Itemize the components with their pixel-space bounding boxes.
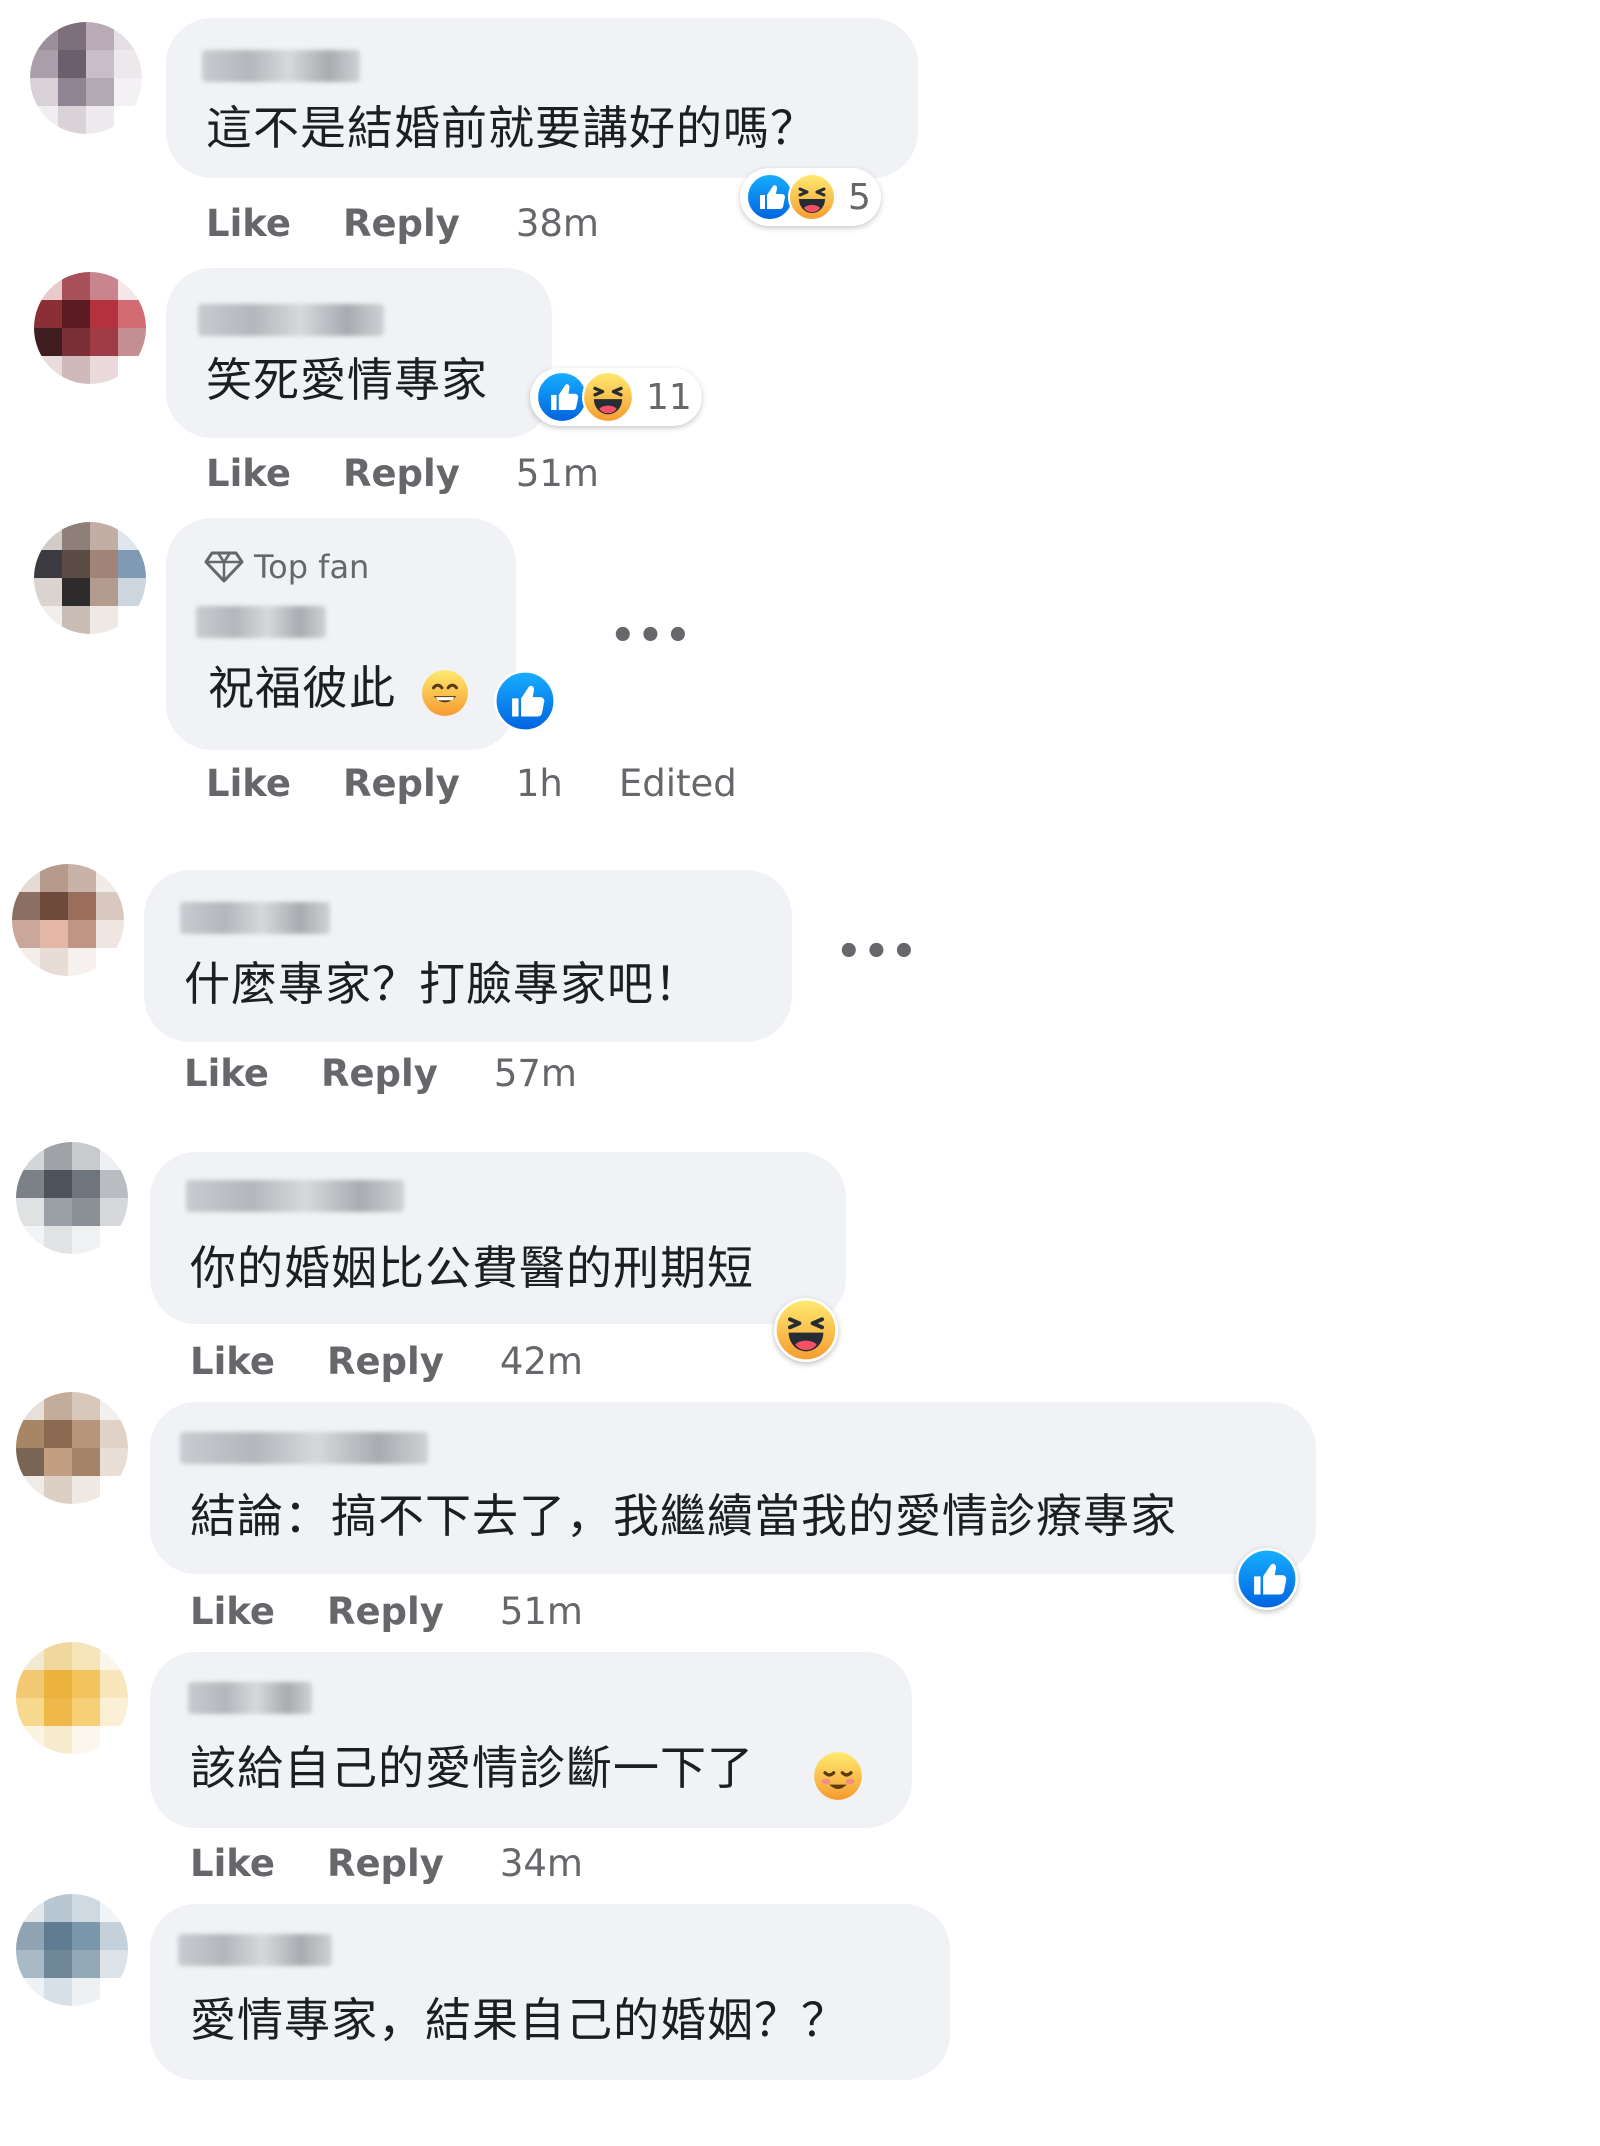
comment-bubble: 什麼專家？打臉專家吧！ [144, 870, 792, 1042]
comment-text: 這不是結婚前就要講好的嗎？ [206, 101, 817, 155]
commenter-name[interactable] [196, 606, 326, 638]
comment-text: 結論：搞不下去了，我繼續當我的愛情診療專家 [190, 1489, 1177, 1543]
comment-timestamp[interactable]: 38m [516, 202, 599, 245]
avatar[interactable] [12, 864, 124, 976]
comment-bubble: 結論：搞不下去了，我繼續當我的愛情診療專家 [150, 1402, 1316, 1574]
commenter-name[interactable] [178, 1934, 332, 1966]
like-button[interactable]: Like [206, 202, 291, 245]
like-button[interactable]: Like [190, 1340, 275, 1383]
more-options-icon[interactable]: ••• [610, 616, 693, 656]
comment-bubble: 笑死愛情專家 [166, 268, 552, 438]
comment-bubble: 你的婚姻比公費醫的刑期短 [150, 1152, 846, 1324]
avatar[interactable] [16, 1894, 128, 2006]
avatar[interactable] [30, 22, 142, 134]
comment-actions: Like Reply 57m [184, 1052, 633, 1095]
commenter-name[interactable] [180, 902, 330, 934]
reaction-count: 5 [848, 176, 871, 218]
comment-text: 祝福彼此 [208, 661, 396, 715]
like-button[interactable]: Like [206, 762, 291, 805]
reply-button[interactable]: Reply [321, 1052, 438, 1095]
comment-timestamp[interactable]: 42m [500, 1340, 583, 1383]
top-fan-label: Top fan [254, 548, 370, 586]
like-button[interactable]: Like [184, 1052, 269, 1095]
reaction-count: 11 [646, 376, 692, 418]
comment-actions: Like Reply 42m [190, 1340, 639, 1383]
reply-button[interactable]: Reply [327, 1842, 444, 1885]
comment-bubble: Top fan 祝福彼此 [166, 518, 516, 750]
edited-label[interactable]: Edited [619, 762, 737, 805]
commenter-name[interactable] [188, 1682, 312, 1714]
comment-bubble: 該給自己的愛情診斷一下了 [150, 1652, 912, 1828]
comment-text: 笑死愛情專家 [206, 353, 488, 407]
reaction-summary[interactable]: 5 [740, 168, 881, 226]
comment-timestamp[interactable]: 51m [516, 452, 599, 495]
comment-bubble: 愛情專家，結果自己的婚姻？？ [150, 1904, 950, 2080]
reply-button[interactable]: Reply [327, 1590, 444, 1633]
comment-actions: Like Reply 34m [190, 1842, 639, 1885]
avatar[interactable] [16, 1142, 128, 1254]
diamond-icon [204, 551, 244, 583]
top-fan-badge[interactable]: Top fan [204, 548, 369, 586]
commenter-name[interactable] [180, 1432, 428, 1464]
avatar[interactable] [16, 1392, 128, 1504]
comment-actions: Like Reply 38m [206, 202, 655, 245]
smiling-face-icon [420, 668, 470, 718]
comment-bubble: 這不是結婚前就要講好的嗎？ [166, 18, 918, 178]
like-button[interactable]: Like [190, 1842, 275, 1885]
like-reaction-icon[interactable] [1236, 1548, 1298, 1610]
commenter-name[interactable] [198, 304, 384, 336]
comment-actions: Like Reply 51m [190, 1590, 639, 1633]
avatar[interactable] [34, 522, 146, 634]
avatar[interactable] [34, 272, 146, 384]
like-reaction-icon [746, 173, 794, 221]
reply-button[interactable]: Reply [343, 202, 460, 245]
comment-text: 你的婚姻比公費醫的刑期短 [190, 1241, 754, 1295]
avatar[interactable] [16, 1642, 128, 1754]
comment-text: 該給自己的愛情診斷一下了 [190, 1741, 754, 1795]
commenter-name[interactable] [186, 1180, 404, 1212]
comment-timestamp[interactable]: 34m [500, 1842, 583, 1885]
more-options-icon[interactable]: ••• [836, 932, 919, 972]
haha-reaction-icon [582, 371, 634, 423]
like-reaction-icon[interactable] [494, 670, 556, 732]
reply-button[interactable]: Reply [343, 452, 460, 495]
commenter-name[interactable] [202, 50, 360, 82]
comment-timestamp[interactable]: 57m [494, 1052, 577, 1095]
like-button[interactable]: Like [190, 1590, 275, 1633]
haha-reaction-icon [788, 173, 836, 221]
like-button[interactable]: Like [206, 452, 291, 495]
comment-timestamp[interactable]: 1h [516, 762, 563, 805]
comment-actions: Like Reply 51m [206, 452, 655, 495]
comment-text: 什麼專家？打臉專家吧！ [184, 957, 701, 1011]
relieved-face-icon [812, 1750, 864, 1802]
reaction-summary[interactable]: 11 [530, 368, 702, 426]
comment-text: 愛情專家，結果自己的婚姻？？ [190, 1993, 848, 2047]
haha-reaction-icon[interactable] [774, 1298, 838, 1362]
like-reaction-icon [536, 371, 588, 423]
comment-timestamp[interactable]: 51m [500, 1590, 583, 1633]
reply-button[interactable]: Reply [327, 1340, 444, 1383]
comment-actions: Like Reply 1h Edited [206, 762, 737, 805]
reply-button[interactable]: Reply [343, 762, 460, 805]
